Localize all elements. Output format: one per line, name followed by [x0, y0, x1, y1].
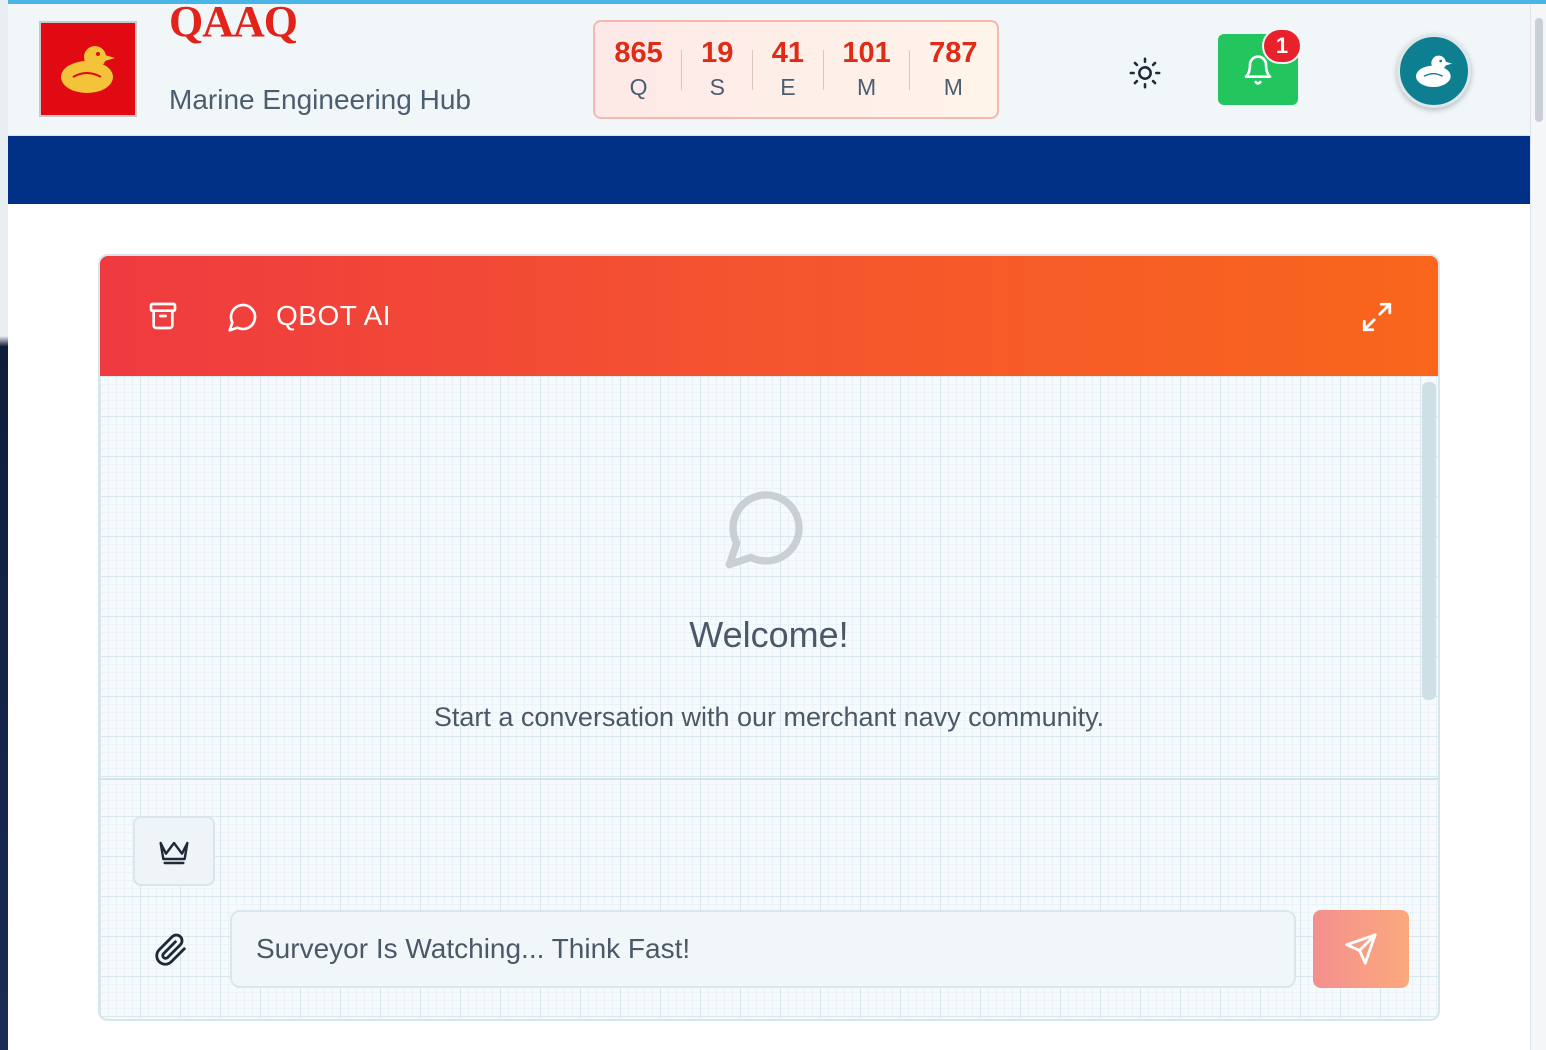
stat-label: E — [780, 73, 796, 100]
page-scrollbar[interactable] — [1530, 4, 1546, 1050]
message-input[interactable] — [230, 910, 1296, 988]
page-scrollbar-thumb[interactable] — [1535, 18, 1543, 122]
empty-chat-icon — [725, 491, 803, 569]
sun-icon — [1129, 57, 1161, 89]
premium-button[interactable] — [133, 816, 215, 886]
notification-badge: 1 — [1262, 28, 1302, 64]
brand-name: QAAQ — [169, 0, 298, 46]
stat-m2[interactable]: 787 M — [929, 36, 977, 104]
stats-panel: 865 Q 19 S 41 E 101 M 787 M — [593, 20, 999, 119]
stat-value: 101 — [842, 36, 891, 69]
stat-s[interactable]: 19 S — [701, 36, 733, 104]
crown-icon — [159, 841, 189, 865]
stat-label: M — [857, 73, 877, 100]
stat-label: Q — [629, 73, 648, 100]
stat-divider — [752, 49, 754, 90]
chat-bubble-icon — [228, 303, 257, 332]
duck-logo-icon — [61, 46, 115, 93]
chat-title: QBOT AI — [276, 300, 392, 331]
attach-button[interactable] — [153, 932, 189, 968]
logo[interactable] — [39, 21, 137, 117]
composer-divider — [100, 778, 1438, 780]
send-icon — [1345, 933, 1377, 965]
archive-icon — [149, 302, 177, 330]
navigation-bar — [8, 136, 1530, 204]
welcome-heading: Welcome! — [689, 614, 849, 655]
user-avatar[interactable] — [1397, 34, 1471, 108]
stat-value: 865 — [614, 36, 663, 69]
stat-label: M — [943, 73, 963, 100]
stat-value: 787 — [929, 36, 978, 69]
stat-value: 19 — [701, 36, 734, 69]
stat-label: S — [709, 73, 725, 100]
stat-e[interactable]: 41 E — [772, 36, 804, 104]
stat-m1[interactable]: 101 M — [842, 36, 890, 104]
duck-avatar-icon — [1416, 55, 1452, 87]
send-button[interactable] — [1313, 910, 1409, 988]
browser-window: QAAQ Marine Engineering Hub 865 Q 19 S 4… — [8, 0, 1546, 1050]
paperclip-icon — [155, 933, 186, 966]
stat-value: 41 — [771, 36, 805, 69]
desktop-edge — [0, 0, 8, 1050]
chat-panel: QBOT AI Welcome! Start a conversation wi… — [98, 254, 1440, 1021]
chat-header: QBOT AI — [100, 256, 1438, 376]
archive-button[interactable] — [146, 299, 180, 333]
welcome-subtitle: Start a conversation with our merchant n… — [433, 702, 1105, 732]
brand-tagline: Marine Engineering Hub — [169, 84, 471, 115]
stat-q[interactable]: 865 Q — [614, 36, 662, 104]
stat-divider — [681, 49, 683, 90]
stat-divider — [909, 49, 911, 90]
expand-icon[interactable] — [1360, 300, 1394, 334]
stat-divider — [822, 49, 824, 90]
theme-toggle-button[interactable] — [1126, 54, 1164, 92]
top-header: QAAQ Marine Engineering Hub 865 Q 19 S 4… — [8, 4, 1530, 136]
